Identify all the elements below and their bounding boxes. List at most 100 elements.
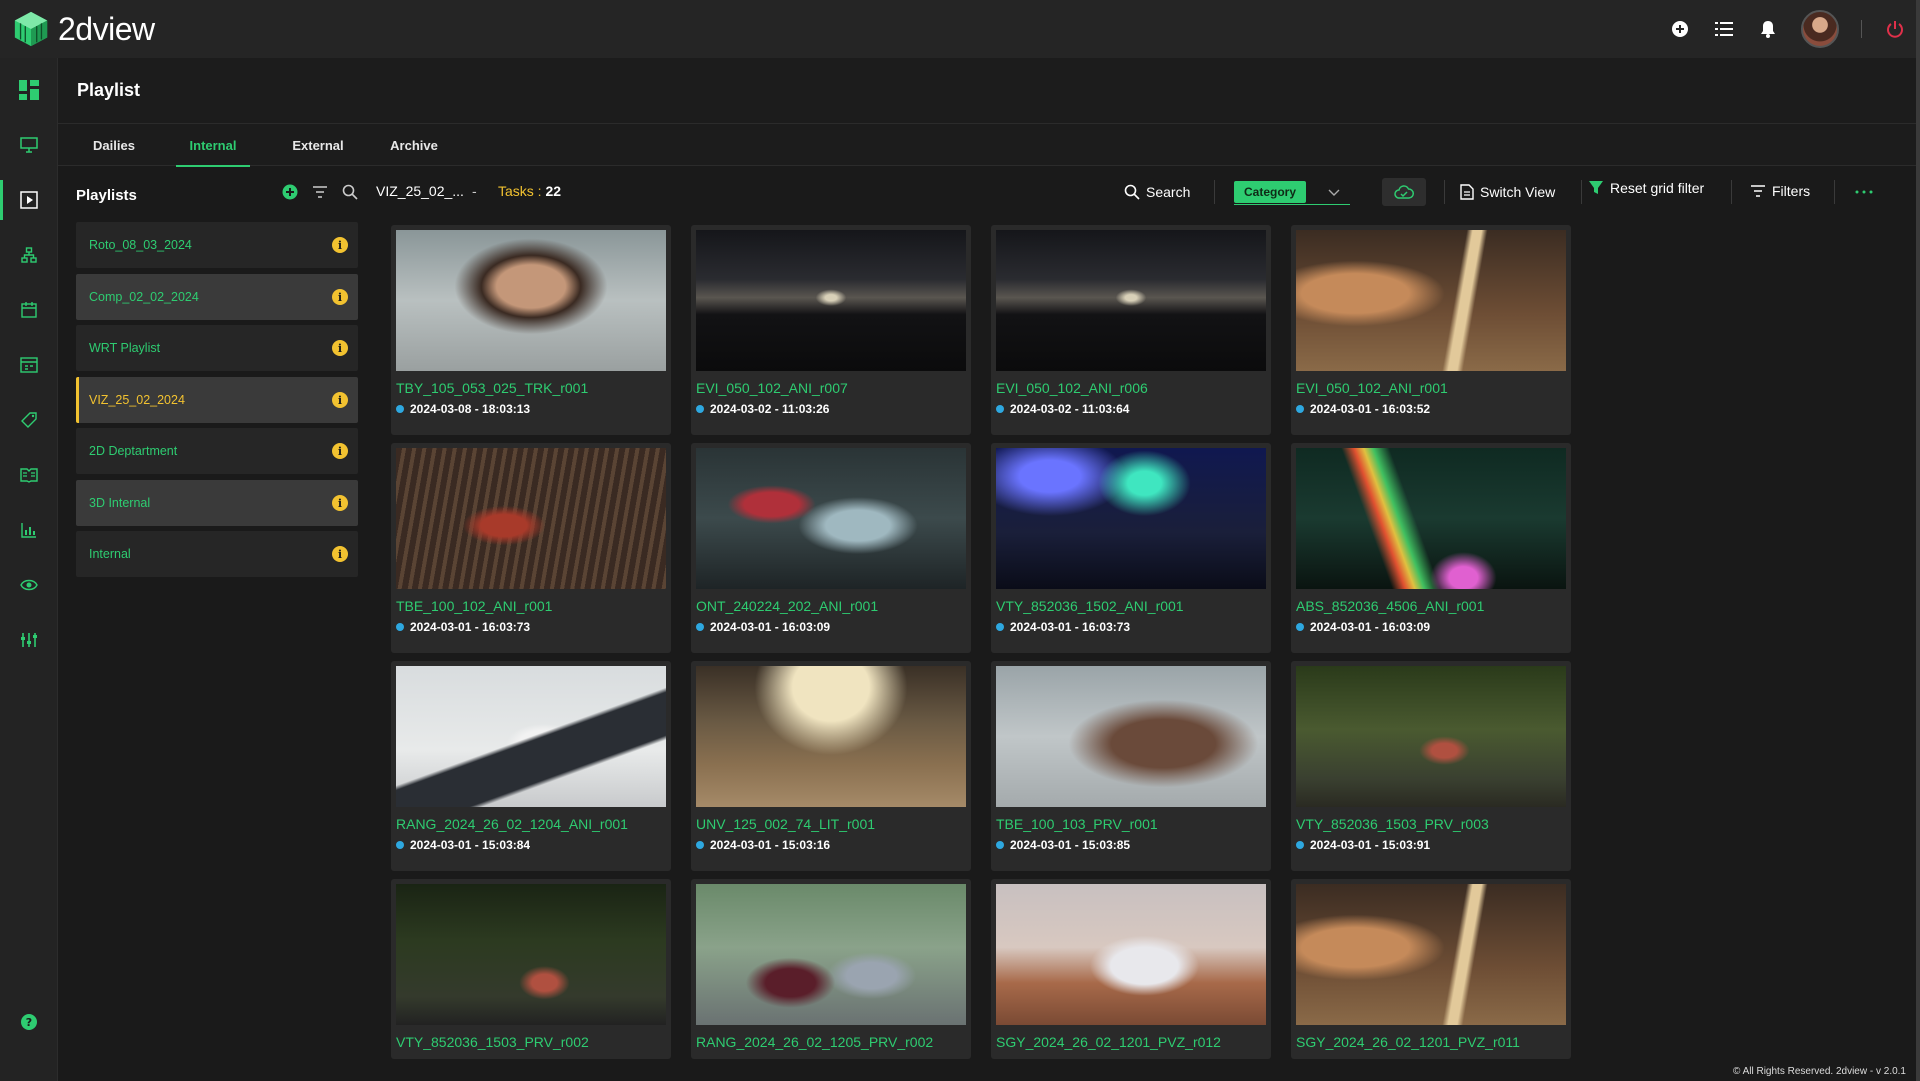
- media-card[interactable]: UNV_125_002_74_LIT_r001 2024-03-01 - 15:…: [691, 661, 971, 871]
- filters-button[interactable]: Filters: [1750, 177, 1810, 205]
- tab-archive[interactable]: Archive: [384, 124, 444, 166]
- card-title[interactable]: EVI_050_102_ANI_r006: [996, 380, 1148, 396]
- info-icon[interactable]: i: [332, 443, 348, 459]
- power-icon[interactable]: [1884, 18, 1906, 40]
- more-options-button[interactable]: [1855, 178, 1873, 206]
- card-title[interactable]: TBE_100_103_PRV_r001: [996, 816, 1158, 832]
- thumbnail[interactable]: [696, 666, 966, 807]
- card-title[interactable]: SGY_2024_26_02_1201_PVZ_r012: [996, 1034, 1221, 1050]
- calendar-icon[interactable]: [0, 290, 58, 330]
- card-title[interactable]: VTY_852036_1503_PRV_r002: [396, 1034, 589, 1050]
- logo[interactable]: 2dview: [12, 10, 155, 48]
- media-card[interactable]: TBY_105_053_025_TRK_r001 2024-03-08 - 18…: [391, 225, 671, 435]
- avatar[interactable]: [1801, 10, 1839, 48]
- info-icon[interactable]: i: [332, 340, 348, 356]
- thumbnail[interactable]: [996, 666, 1266, 807]
- media-card[interactable]: VTY_852036_1503_PRV_r003 2024-03-01 - 15…: [1291, 661, 1571, 871]
- card-title[interactable]: ABS_852036_4506_ANI_r001: [1296, 598, 1484, 614]
- card-title[interactable]: RANG_2024_26_02_1204_ANI_r001: [396, 816, 628, 832]
- media-card[interactable]: SGY_2024_26_02_1201_PVZ_r012: [991, 879, 1271, 1059]
- media-card[interactable]: ONT_240224_202_ANI_r001 2024-03-01 - 16:…: [691, 443, 971, 653]
- play-icon[interactable]: [0, 180, 58, 220]
- card-title[interactable]: EVI_050_102_ANI_r007: [696, 380, 848, 396]
- media-card[interactable]: VTY_852036_1502_ANI_r001 2024-03-01 - 16…: [991, 443, 1271, 653]
- media-card[interactable]: TBE_100_102_ANI_r001 2024-03-01 - 16:03:…: [391, 443, 671, 653]
- search-button[interactable]: Search: [1124, 178, 1190, 206]
- media-card[interactable]: RANG_2024_26_02_1204_ANI_r001 2024-03-01…: [391, 661, 671, 871]
- card-title[interactable]: TBE_100_102_ANI_r001: [396, 598, 552, 614]
- thumbnail[interactable]: [696, 448, 966, 589]
- thumbnail[interactable]: [396, 230, 666, 371]
- media-card[interactable]: ABS_852036_4506_ANI_r001 2024-03-01 - 16…: [1291, 443, 1571, 653]
- media-card[interactable]: RANG_2024_26_02_1205_PRV_r002: [691, 879, 971, 1059]
- thumbnail[interactable]: [1296, 666, 1566, 807]
- playlist-item[interactable]: Comp_02_02_2024 i: [76, 274, 358, 320]
- scrollbar[interactable]: [1916, 0, 1920, 1081]
- info-icon[interactable]: i: [332, 289, 348, 305]
- category-select[interactable]: Category: [1234, 181, 1306, 203]
- card-title[interactable]: VTY_852036_1502_ANI_r001: [996, 598, 1184, 614]
- media-card[interactable]: EVI_050_102_ANI_r006 2024-03-02 - 11:03:…: [991, 225, 1271, 435]
- cloud-sync-button[interactable]: [1382, 178, 1426, 206]
- bell-icon[interactable]: [1757, 18, 1779, 40]
- bar-chart-icon[interactable]: [0, 510, 58, 550]
- media-card[interactable]: SGY_2024_26_02_1201_PVZ_r011: [1291, 879, 1571, 1059]
- info-icon[interactable]: i: [332, 495, 348, 511]
- thumbnail[interactable]: [696, 884, 966, 1025]
- thumbnail[interactable]: [1296, 884, 1566, 1025]
- card-date: 2024-03-01 - 15:03:16: [710, 838, 831, 852]
- equalizer-icon[interactable]: [0, 620, 58, 660]
- thumbnail[interactable]: [1296, 448, 1566, 589]
- playlist-item[interactable]: WRT Playlist i: [76, 325, 358, 371]
- filter-lines-icon[interactable]: [312, 185, 328, 204]
- playlist-item[interactable]: 3D Internal i: [76, 480, 358, 526]
- card-title[interactable]: VTY_852036_1503_PRV_r003: [1296, 816, 1489, 832]
- card-title[interactable]: UNV_125_002_74_LIT_r001: [696, 816, 875, 832]
- chevron-down-icon[interactable]: [1328, 185, 1340, 203]
- card-title[interactable]: TBY_105_053_025_TRK_r001: [396, 380, 588, 396]
- thumbnail[interactable]: [696, 230, 966, 371]
- add-playlist-icon[interactable]: [282, 184, 298, 205]
- playlist-item-selected[interactable]: VIZ_25_02_2024 i: [76, 377, 358, 423]
- thumbnail[interactable]: [996, 230, 1266, 371]
- media-card[interactable]: EVI_050_102_ANI_r007 2024-03-02 - 11:03:…: [691, 225, 971, 435]
- card-meta: 2024-03-01 - 15:03:16: [696, 838, 830, 852]
- playlist-item[interactable]: Roto_08_03_2024 i: [76, 222, 358, 268]
- thumbnail[interactable]: [396, 884, 666, 1025]
- card-title[interactable]: EVI_050_102_ANI_r001: [1296, 380, 1448, 396]
- tab-internal[interactable]: Internal: [176, 124, 250, 167]
- card-title[interactable]: RANG_2024_26_02_1205_PRV_r002: [696, 1034, 933, 1050]
- info-icon[interactable]: i: [332, 237, 348, 253]
- playlist-item[interactable]: 2D Deptartment i: [76, 428, 358, 474]
- playlist-item[interactable]: Internal i: [76, 531, 358, 577]
- list-icon[interactable]: [1713, 18, 1735, 40]
- tab-dailies[interactable]: Dailies: [78, 124, 150, 166]
- eye-icon[interactable]: [0, 565, 58, 605]
- switch-view-button[interactable]: Switch View: [1442, 178, 1555, 206]
- tab-external[interactable]: External: [280, 124, 356, 166]
- status-dot: [696, 841, 704, 849]
- tag-icon[interactable]: [0, 400, 58, 440]
- thumbnail[interactable]: [996, 448, 1266, 589]
- info-icon[interactable]: i: [332, 392, 348, 408]
- card-title[interactable]: SGY_2024_26_02_1201_PVZ_r011: [1296, 1034, 1520, 1050]
- thumbnail[interactable]: [396, 666, 666, 807]
- dashboard-icon[interactable]: [0, 70, 58, 110]
- reset-grid-filter-button[interactable]: Reset grid filter: [1588, 174, 1704, 202]
- info-icon[interactable]: i: [332, 546, 348, 562]
- media-card[interactable]: TBE_100_103_PRV_r001 2024-03-01 - 15:03:…: [991, 661, 1271, 871]
- thumbnail[interactable]: [996, 884, 1266, 1025]
- media-card[interactable]: VTY_852036_1503_PRV_r002: [391, 879, 671, 1059]
- hierarchy-icon[interactable]: [0, 235, 58, 275]
- search-playlists-icon[interactable]: [342, 184, 358, 205]
- card-title[interactable]: ONT_240224_202_ANI_r001: [696, 598, 878, 614]
- schedule-icon[interactable]: [0, 345, 58, 385]
- book-icon[interactable]: [0, 455, 58, 495]
- monitor-icon[interactable]: [0, 125, 58, 165]
- media-card[interactable]: EVI_050_102_ANI_r001 2024-03-01 - 16:03:…: [1291, 225, 1571, 435]
- thumbnail[interactable]: [1296, 230, 1566, 371]
- help-icon[interactable]: ?: [0, 1002, 58, 1042]
- add-circle-icon[interactable]: [1669, 18, 1691, 40]
- card-date: 2024-03-01 - 15:03:91: [1310, 838, 1431, 852]
- thumbnail[interactable]: [396, 448, 666, 589]
